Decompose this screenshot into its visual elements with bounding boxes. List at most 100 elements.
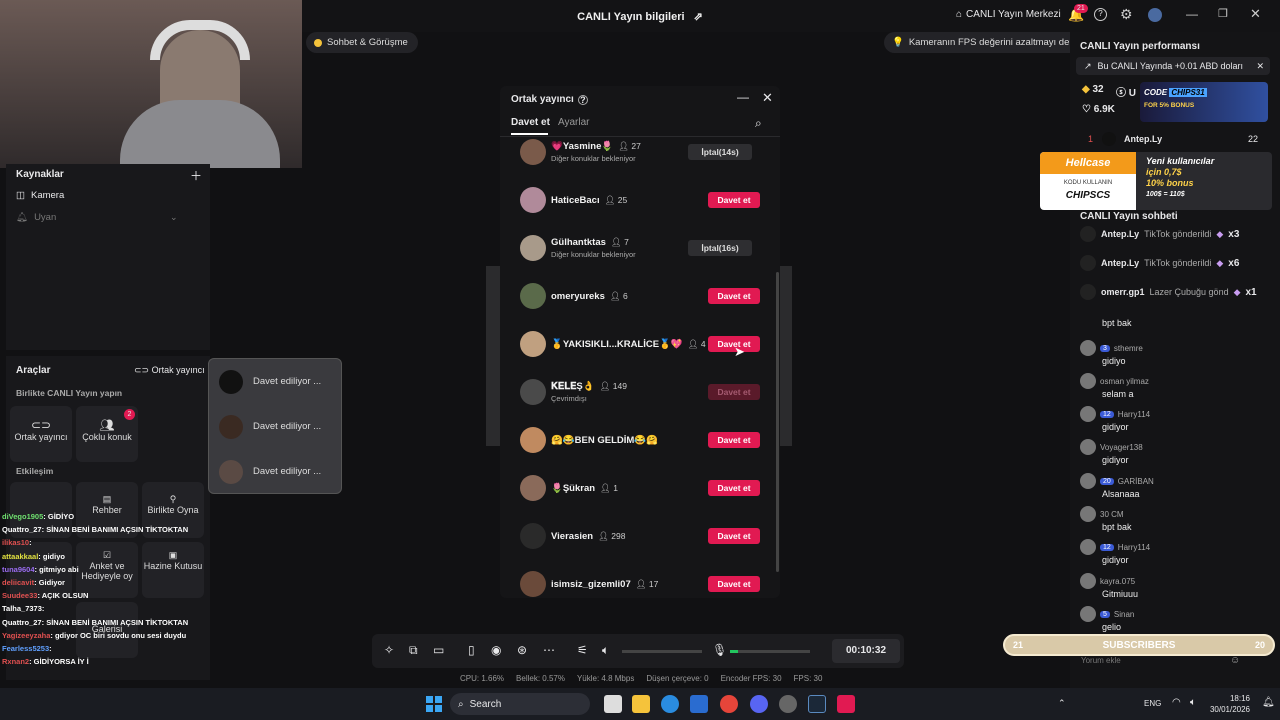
stat-item: Düşen çerçeve: 0 [646, 674, 709, 683]
invite-button[interactable]: Davet et [708, 288, 760, 304]
emoji-icon[interactable]: ☺ [1230, 655, 1240, 666]
windows-start-icon[interactable] [426, 696, 442, 712]
chat-user[interactable]: Voyager138 [1080, 439, 1270, 455]
avatar[interactable] [520, 139, 546, 165]
magic-icon[interactable]: ✧ [384, 643, 394, 657]
cohost-name: 🥇YAKISIKLI...KRALİCE🥇💖 👤︎ 4 [551, 338, 706, 350]
screen-icon[interactable]: ▭ [433, 643, 444, 657]
more-icon[interactable]: ⋯ [543, 643, 555, 657]
cohost-name: 💗Yasmine🌷 👤︎ 27 [551, 141, 641, 152]
avatar[interactable] [520, 235, 546, 261]
cancel-button[interactable]: İptal(16s) [688, 240, 752, 256]
live-center-link[interactable]: ⌂ CANLI Yayın Merkezi [956, 9, 1061, 20]
invite-item: Davet ediliyor ... [209, 359, 341, 404]
store-icon[interactable] [690, 695, 708, 713]
cohost-row: 🌷Şükran 👤︎ 1 Davet et [520, 464, 760, 512]
invite-button[interactable]: Davet et [708, 576, 760, 592]
user-icon: 👤︎ [604, 194, 618, 205]
volume-slider[interactable] [622, 650, 702, 653]
sliders-icon[interactable]: ⚟ [577, 643, 588, 657]
clock[interactable]: 18:16 30/01/2026 [1206, 693, 1250, 715]
chevron-down-icon[interactable]: ⌄ [170, 212, 178, 223]
edge-icon[interactable] [661, 695, 679, 713]
avatar[interactable] [520, 283, 546, 309]
source-camera[interactable]: ◫ Kamera [16, 190, 64, 201]
avatar[interactable] [520, 571, 546, 597]
chevron-up-icon[interactable]: ⌃ [1058, 698, 1066, 709]
cohost-link[interactable]: ⊂⊃ Ortak yayıncı [134, 365, 205, 376]
avatar[interactable] [520, 187, 546, 213]
chat-user[interactable]: 3 sthemre [1080, 340, 1270, 356]
gear-icon[interactable]: ⚙ [1120, 6, 1133, 23]
invite-button[interactable]: Davet et [708, 384, 760, 400]
mic-level [730, 650, 738, 653]
mic-icon[interactable]: 🎙︎ [712, 643, 727, 657]
notification-icon[interactable]: 🔔︎ [1262, 697, 1275, 708]
chat-user[interactable]: 20 GARİBAN [1080, 473, 1270, 489]
invite-button[interactable]: Davet et [708, 432, 760, 448]
chat-user[interactable]: kayra.075 [1080, 573, 1270, 589]
record-icon[interactable]: ◉ [491, 643, 501, 657]
close-icon[interactable]: ✕ [1256, 61, 1264, 72]
chat-user[interactable]: 12 Harry114 [1080, 406, 1270, 422]
ad-banner-hellcase[interactable]: Hellcase KODU KULLANIN CHIPSCS Yeni kull… [1040, 152, 1272, 210]
taskbar-search[interactable]: ⌕ Search [450, 693, 590, 715]
invite-button[interactable]: Davet et [708, 192, 760, 208]
follower-count: 👤︎ 149 [599, 381, 627, 391]
layout-icon[interactable]: ⧉ [409, 643, 418, 658]
file-explorer-icon[interactable] [604, 695, 622, 713]
tab-settings[interactable]: Ayarlar [558, 117, 590, 128]
speaker-icon[interactable]: 🔈︎ [1190, 697, 1196, 708]
avatar[interactable] [520, 427, 546, 453]
maximize-button[interactable]: ❐ [1218, 7, 1228, 20]
minimize-icon[interactable]: — [737, 90, 749, 104]
language-indicator[interactable]: ENG [1144, 699, 1161, 708]
steam-icon[interactable] [808, 695, 826, 713]
avatar [1080, 439, 1096, 455]
avatar[interactable] [520, 523, 546, 549]
chat-user[interactable]: osman yilmaz [1080, 373, 1270, 389]
info-icon[interactable]: ? [577, 94, 588, 105]
chat-pill[interactable]: Sohbet & Görüşme [306, 32, 418, 53]
tiktok-live-icon[interactable] [837, 695, 855, 713]
volume-icon[interactable]: 🔈︎ [602, 643, 609, 658]
overlay-chat-line: tuna9604: gitmiyo abi [2, 564, 79, 574]
avatar[interactable] [520, 475, 546, 501]
mic-slider[interactable] [730, 650, 810, 653]
discord-icon[interactable] [750, 695, 768, 713]
target-icon[interactable]: ⊛ [517, 643, 527, 657]
avatar[interactable] [1148, 8, 1162, 22]
chat-message: 30 CM bpt bak [1080, 506, 1270, 532]
cancel-button[interactable]: İptal(14s) [688, 144, 752, 160]
overlay-chat-line: Quattro_27: SİNAN BENİ BANIMI AÇSIN TİKT… [2, 617, 189, 627]
cohost-status: Diğer konuklar bekleniyor [551, 154, 636, 163]
heart-icon: ♡ [1082, 104, 1091, 115]
avatar[interactable] [520, 331, 546, 357]
folder-icon[interactable] [632, 695, 650, 713]
chat-input[interactable]: Yorum ekle [1076, 656, 1246, 670]
add-source-icon[interactable]: ＋ [190, 167, 202, 184]
tab-invite[interactable]: Davet et [511, 117, 550, 128]
wifi-icon[interactable]: ◠ [1172, 697, 1181, 708]
avatar [219, 459, 243, 484]
source-uyan[interactable]: 🔔︎ Uyan [16, 212, 56, 223]
close-icon[interactable]: ✕ [762, 90, 773, 106]
chat-user[interactable]: 30 CM [1080, 506, 1270, 522]
share-icon[interactable]: ⇗ [694, 11, 703, 23]
chat-user[interactable]: 12 Harry114 [1080, 539, 1270, 555]
user-icon: 👤︎ [610, 237, 625, 247]
sub-label: SUBSCRIBERS [1102, 640, 1176, 651]
chrome-icon[interactable] [720, 695, 738, 713]
ad-banner-chips[interactable]: CODE CHIPS31 FOR 5% BONUS [1140, 82, 1268, 122]
chat-user[interactable]: 5 Sinan [1080, 606, 1270, 622]
cohost-button[interactable]: ⊂⊃ Ortak yayıncı [10, 406, 72, 462]
app-icon[interactable] [779, 695, 797, 713]
help-icon[interactable]: ? [1094, 8, 1107, 21]
minimize-button[interactable]: — [1186, 7, 1198, 21]
phone-icon[interactable]: ▯ [468, 643, 475, 657]
avatar[interactable] [520, 379, 546, 405]
invite-button[interactable]: Davet et [708, 528, 760, 544]
close-button[interactable]: ✕ [1250, 6, 1261, 22]
cohost-info: omeryureks 👤︎ 6 [546, 291, 628, 302]
invite-button[interactable]: Davet et [708, 480, 760, 496]
